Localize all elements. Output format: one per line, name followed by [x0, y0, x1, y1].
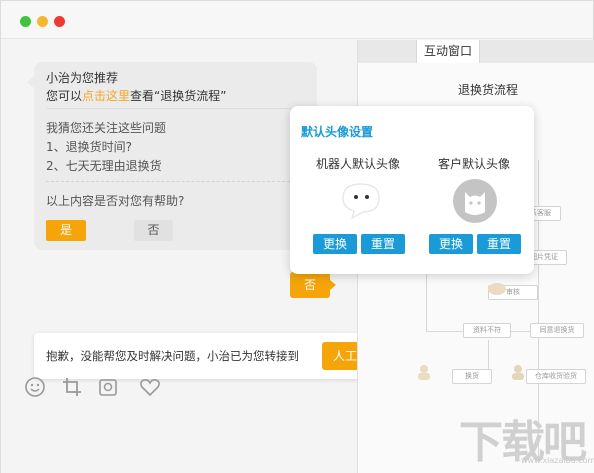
- user-reply-bubble: 否: [290, 272, 336, 298]
- emoji-icon[interactable]: [24, 376, 46, 398]
- bubble-arrow: [27, 76, 34, 88]
- click-here-link[interactable]: 点击这里: [82, 89, 130, 103]
- customer-avatar-label: 客户默认头像: [438, 157, 511, 171]
- person-icon: [418, 365, 430, 380]
- flow-connector: [426, 272, 427, 332]
- robot-reset-button[interactable]: 重置: [361, 234, 405, 254]
- robot-avatar-label: 机器人默认头像: [316, 157, 401, 171]
- bot-line-prefix: 您可以: [46, 89, 83, 103]
- customer-change-button[interactable]: 更换: [429, 234, 473, 254]
- related-questions-heading: 我猜您还关注这些问题: [46, 121, 167, 135]
- image-icon[interactable]: [97, 376, 119, 398]
- title-bar: [1, 1, 593, 39]
- related-question-link[interactable]: 1、退换货时间?: [46, 138, 132, 155]
- handshake-icon: [488, 283, 506, 295]
- maximize-button[interactable]: [20, 16, 31, 27]
- tab-bar: 互动窗口: [358, 40, 594, 63]
- flow-box: 仓库收货验货: [526, 369, 586, 384]
- close-button[interactable]: [54, 16, 65, 27]
- bot-message-card: 小治为您推荐 您可以点击这里查看“退换货流程” 我猜您还关注这些问题 1、退换货…: [27, 62, 317, 250]
- avatar-settings-popup: 默认头像设置 机器人默认头像 客户默认头像 更换 重置 更换 重置: [290, 106, 534, 274]
- heart-icon[interactable]: [139, 376, 161, 398]
- dashed-divider: [46, 181, 305, 182]
- bot-message-title: 小治为您推荐: [46, 71, 119, 85]
- bot-line-suffix: 查看“退换货流程”: [130, 89, 227, 103]
- customer-avatar-icon: [453, 179, 497, 223]
- robot-avatar-icon: [342, 183, 380, 220]
- user-reply-text: 否: [303, 278, 316, 292]
- related-question-link[interactable]: 2、七天无理由退换货: [46, 157, 162, 174]
- helpful-question: 以上内容是否对您有帮助?: [46, 194, 185, 208]
- bot-message-line: 您可以点击这里查看“退换货流程”: [46, 87, 226, 104]
- flow-box: 同意退换货: [530, 323, 584, 338]
- flow-box: 资料不符: [463, 323, 511, 338]
- divider: [46, 108, 305, 109]
- person-icon: [512, 365, 524, 380]
- watermark-url: www.xiazaiba.com: [521, 456, 594, 465]
- minimize-button[interactable]: [37, 16, 48, 27]
- handoff-card: 抱歉，没能帮您及时解决问题，小治已为您转接到 人工客服: [34, 333, 409, 379]
- helpful-yes-button[interactable]: 是: [46, 220, 86, 241]
- app-window: 小治为您推荐 您可以点击这里查看“退换货流程” 我猜您还关注这些问题 1、退换货…: [0, 0, 594, 473]
- robot-change-button[interactable]: 更换: [313, 234, 357, 254]
- helpful-no-button[interactable]: 否: [134, 220, 173, 241]
- popup-title: 默认头像设置: [301, 125, 374, 139]
- customer-reset-button[interactable]: 重置: [477, 234, 521, 254]
- flowchart-title: 退换货流程: [458, 83, 519, 97]
- flow-box: 换货: [452, 369, 492, 384]
- handoff-text: 抱歉，没能帮您及时解决问题，小治已为您转接到: [46, 349, 299, 363]
- screenshot-icon[interactable]: [61, 376, 83, 398]
- bubble-arrow: [330, 280, 336, 290]
- tab-interactive-window[interactable]: 互动窗口: [416, 40, 480, 63]
